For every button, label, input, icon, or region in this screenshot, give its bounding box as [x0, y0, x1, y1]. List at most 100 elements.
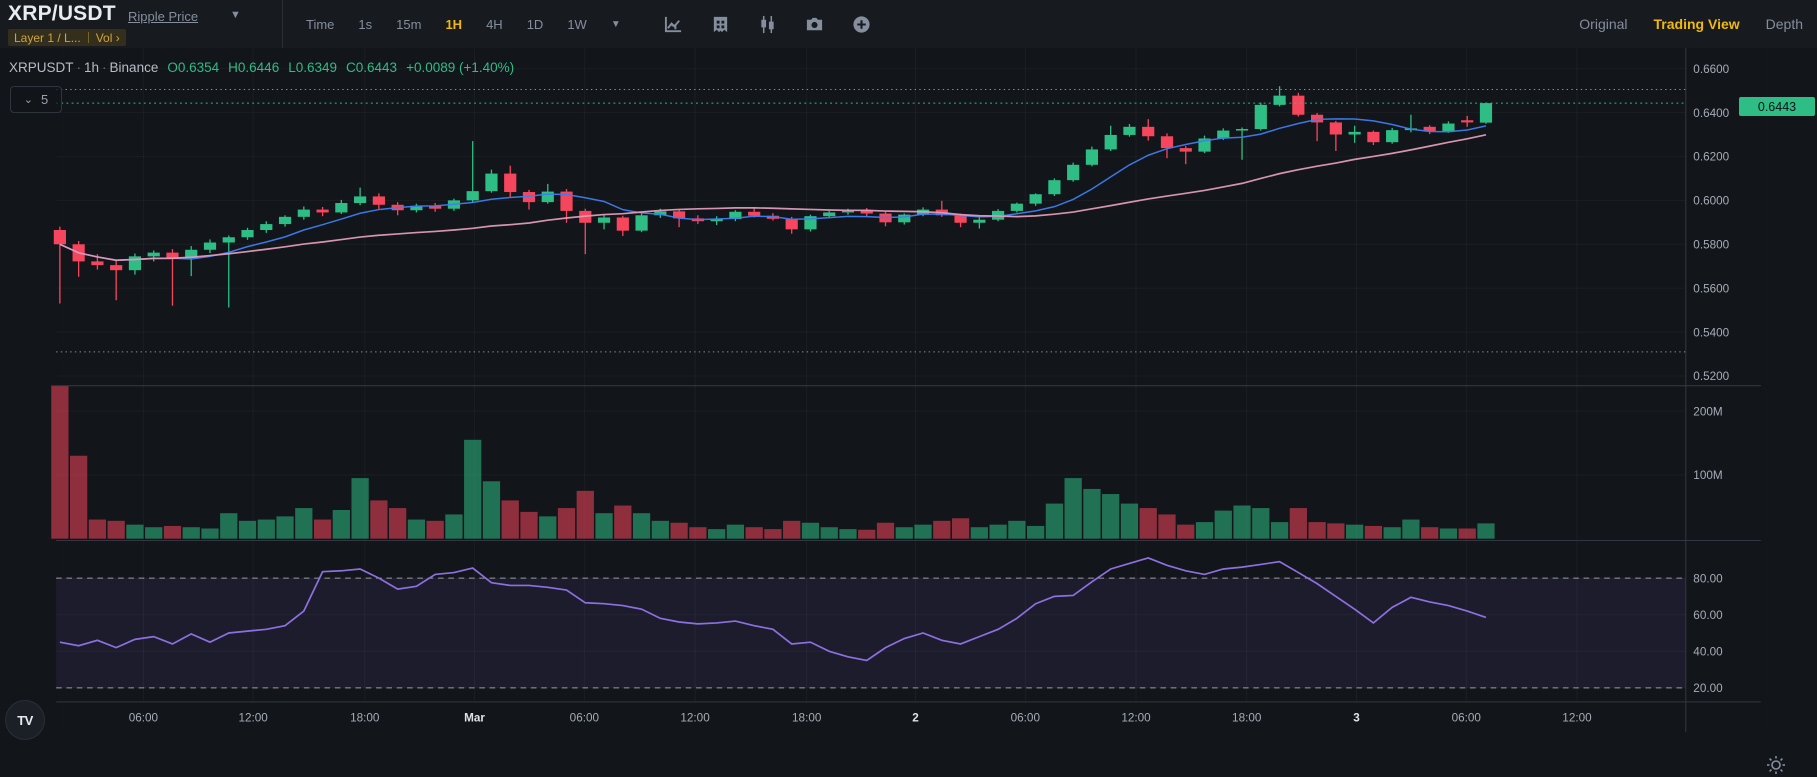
volume-bar: [783, 521, 800, 539]
indicators-icon[interactable]: [711, 15, 730, 34]
volume-bar: [764, 529, 781, 539]
time-tick-label: 18:00: [350, 712, 380, 725]
candle-body: [823, 212, 835, 216]
candle-body: [54, 230, 66, 244]
volume-bar: [502, 500, 519, 538]
candle-body: [1330, 122, 1342, 134]
camera-icon[interactable]: [805, 15, 824, 34]
volume-bar: [239, 521, 256, 539]
interval-1s[interactable]: 1s: [358, 17, 372, 32]
candle-body: [1442, 124, 1454, 132]
volume-bar: [933, 521, 950, 539]
time-tick-label: 12:00: [680, 712, 710, 725]
candle-body: [298, 210, 310, 217]
volume-bar: [595, 513, 612, 539]
volume-tag[interactable]: Vol ›: [96, 31, 120, 45]
volume-bar: [1252, 508, 1269, 539]
candle-body: [1255, 105, 1267, 129]
volume-bar: [689, 527, 706, 538]
candle-body: [1367, 132, 1379, 142]
candle-body: [166, 253, 178, 258]
candle-body: [1105, 135, 1117, 149]
candle-body: [316, 210, 328, 213]
interval-15m[interactable]: 15m: [396, 17, 421, 32]
candle-body: [1086, 149, 1098, 164]
volume-bar: [614, 506, 631, 539]
volume-bar: [389, 508, 406, 539]
volume-bar: [1102, 494, 1119, 539]
volume-bar: [652, 521, 669, 539]
chart-canvas[interactable]: 0.66000.64000.62000.60000.58000.56000.54…: [0, 48, 1817, 777]
price-tick-label: 0.5800: [1693, 238, 1729, 251]
volume-bar: [1008, 521, 1025, 539]
rsi-band-fill: [56, 578, 1686, 688]
category-tag[interactable]: Layer 1 / L...: [14, 31, 81, 45]
volume-bar: [1196, 522, 1213, 539]
candle-body: [1292, 96, 1304, 115]
indicators-collapse-button[interactable]: ⌄ 5: [10, 86, 62, 113]
candle-body: [335, 203, 347, 212]
volume-bar: [258, 520, 275, 539]
interval-1w[interactable]: 1W: [567, 17, 587, 32]
tradingview-logo[interactable]: TV: [5, 700, 45, 740]
volume-bar: [1046, 504, 1063, 539]
time-tick-label: 06:00: [129, 712, 159, 725]
volume-bar: [408, 520, 425, 539]
line-chart-icon[interactable]: [664, 15, 683, 34]
volume-bar: [1459, 528, 1476, 538]
interval-4h[interactable]: 4H: [486, 17, 503, 32]
candle-body: [1180, 148, 1192, 152]
price-tick-label: 0.5200: [1693, 370, 1729, 383]
time-tick-label: 06:00: [1011, 712, 1041, 725]
volume-bar: [896, 527, 913, 538]
view-tab-trading-view[interactable]: Trading View: [1654, 16, 1740, 32]
price-tick-label: 0.5600: [1693, 282, 1729, 295]
symbol-dropdown-caret-icon[interactable]: ▼: [230, 9, 241, 21]
candle-body: [1236, 129, 1248, 131]
candle-body: [973, 220, 985, 223]
volume-bar: [464, 440, 481, 539]
view-tab-depth[interactable]: Depth: [1766, 16, 1803, 32]
volume-bar: [427, 521, 444, 539]
interval-dropdown-caret-icon[interactable]: ▼: [611, 19, 621, 30]
volume-bar: [445, 514, 462, 538]
candle-body: [279, 217, 291, 224]
symbol-name-link[interactable]: Ripple Price: [128, 9, 198, 24]
interval-1h[interactable]: 1H: [445, 17, 462, 32]
candle-body: [91, 261, 103, 265]
plus-circle-icon[interactable]: [852, 15, 871, 34]
volume-bar: [708, 529, 725, 539]
view-tab-original[interactable]: Original: [1579, 16, 1627, 32]
symbol-tags[interactable]: Layer 1 / L... Vol ›: [8, 29, 126, 46]
candle-body: [748, 212, 760, 216]
time-tick-label: 3: [1353, 712, 1360, 725]
time-tick-label: 18:00: [792, 712, 822, 725]
volume-bar: [670, 523, 687, 539]
sun-icon[interactable]: [1765, 754, 1787, 776]
time-tick-label: 12:00: [238, 712, 268, 725]
rsi-tick-label: 20.00: [1693, 682, 1723, 695]
volume-bar: [1308, 522, 1325, 539]
candle-body: [504, 174, 516, 192]
volume-bar: [839, 529, 856, 539]
symbol-pair-title[interactable]: XRP/USDT: [8, 2, 116, 26]
candle-body: [1067, 165, 1079, 180]
volume-bar: [164, 526, 181, 539]
interval-time[interactable]: Time: [306, 17, 334, 32]
candle-body: [1030, 194, 1042, 203]
last-price-tag: 0.6443: [1739, 97, 1815, 116]
volume-bar: [1384, 527, 1401, 538]
volume-bar: [70, 456, 87, 539]
candlestick-style-icon[interactable]: [758, 15, 777, 34]
interval-1d[interactable]: 1D: [527, 17, 544, 32]
interval-selector: Time 1s 15m 1H 4H 1D 1W ▼: [306, 0, 621, 48]
price-tick-label: 0.5400: [1693, 326, 1729, 339]
chart-tool-icons: [664, 0, 871, 48]
volume-bar: [1177, 525, 1194, 539]
volume-bar: [952, 518, 969, 538]
volume-bar: [520, 512, 537, 539]
candle-body: [598, 217, 610, 222]
tag-divider: [88, 32, 89, 43]
indicator-count: 5: [41, 92, 48, 107]
candle-body: [542, 192, 554, 203]
